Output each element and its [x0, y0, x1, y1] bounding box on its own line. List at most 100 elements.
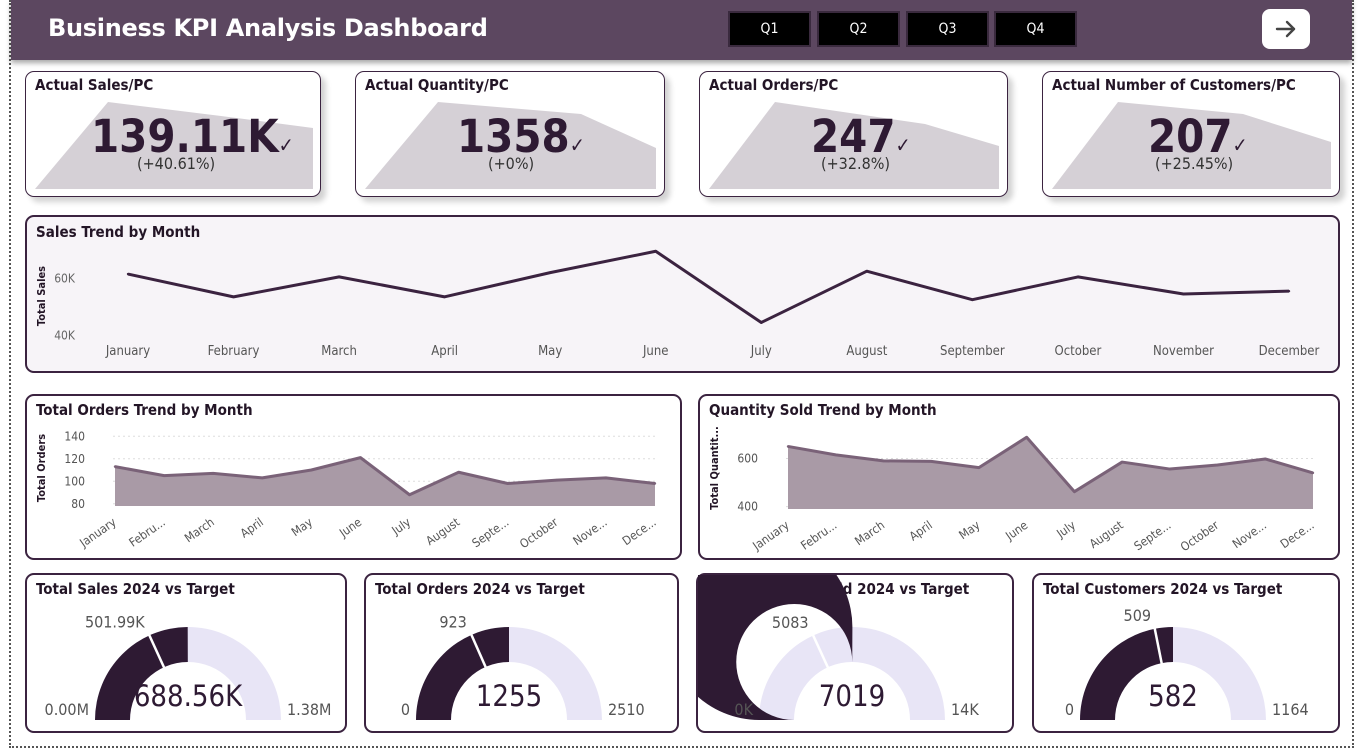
y-axis-label: Total Orders [35, 434, 48, 502]
data-point [1025, 436, 1028, 439]
kpi-value: 207✓ [1148, 114, 1248, 159]
quarter-button-q2[interactable]: Q2 [817, 11, 900, 47]
data-point [654, 250, 657, 253]
data-point [359, 456, 362, 459]
y-tick-label: 40K [54, 328, 76, 342]
orders-gauge-card: Total Orders 2024 vs Target 923 1255 0 2510 [364, 573, 679, 733]
y-tick-label: 120 [64, 452, 85, 466]
data-point [261, 476, 264, 480]
kpi-title: Actual Orders/PC [709, 76, 839, 94]
x-tick-label: October [1055, 344, 1102, 359]
data-point [162, 474, 166, 477]
y-axis-label: Total Quantit... [708, 426, 721, 510]
check-icon: ✓ [895, 133, 911, 157]
x-tick-label: August [1087, 518, 1126, 551]
data-point [971, 298, 974, 301]
series-area [788, 437, 1313, 509]
data-point [653, 482, 657, 485]
data-point [506, 482, 509, 485]
x-tick-label: June [336, 515, 364, 541]
x-tick-label: Nove... [1230, 518, 1269, 551]
data-point [232, 295, 235, 299]
gauge-min-label: 0.00M [45, 700, 89, 719]
x-tick-label: December [1259, 344, 1320, 359]
x-tick-label: April [907, 518, 935, 544]
kpi-card-orders[interactable]: Actual Orders/PC 247✓ (+32.8%) [699, 71, 1008, 197]
gauge-max-label: 1164 [1272, 700, 1309, 719]
x-tick-label: July [389, 515, 414, 539]
arrow-right-icon [1275, 20, 1296, 38]
data-point [1216, 463, 1219, 467]
x-tick-label: July [1053, 518, 1078, 542]
data-point [113, 465, 117, 468]
x-tick-label: April [431, 344, 458, 359]
x-tick-label: March [852, 518, 887, 548]
gauge-max-label: 2510 [608, 700, 645, 719]
orders-gauge: 923 1255 0 2510 [401, 612, 645, 720]
check-icon: ✓ [569, 133, 585, 157]
x-tick-label: May [956, 518, 983, 543]
data-point [834, 453, 837, 457]
sales-gauge: 501.99K 688.56K 0.00M 1.38M [45, 613, 331, 720]
gauge-value-label: 688.56K [134, 679, 243, 713]
data-point [760, 321, 763, 324]
x-tick-label: May [538, 344, 562, 359]
dashboard-header: Business KPI Analysis Dashboard [11, 0, 1352, 60]
x-tick-label: Dece... [1278, 518, 1317, 551]
data-point [977, 466, 981, 469]
y-tick-label: 60K [54, 271, 76, 285]
data-point [929, 460, 933, 463]
gauge-target-label: 501.99K [85, 613, 145, 632]
data-point [337, 275, 341, 279]
quantity-gauge: 5083 7019 0K 14K [698, 575, 979, 720]
data-point [1287, 289, 1291, 293]
x-tick-label: July [750, 344, 772, 359]
kpi-card-customers[interactable]: Actual Number of Customers/PC 207✓ (+25.… [1042, 71, 1340, 197]
series-line [127, 249, 1290, 324]
next-page-button[interactable] [1262, 9, 1310, 49]
x-tick-label: January [749, 518, 792, 554]
series-area [115, 457, 655, 506]
x-tick-label: May [289, 515, 316, 540]
data-point [786, 445, 790, 448]
kpi-title: Actual Sales/PC [35, 76, 154, 94]
gauge-value-label: 582 [1148, 679, 1198, 713]
orders-trend-chart: 80 100 120 140 January Febru... March April May J… [35, 429, 659, 552]
quarter-button-q4[interactable]: Q4 [994, 11, 1077, 47]
data-point [457, 471, 460, 474]
x-tick-label: Septe... [1132, 518, 1174, 553]
data-point [310, 468, 313, 472]
gauge-target-label: 509 [1124, 606, 1151, 625]
y-axis-label: Total Sales [35, 266, 48, 326]
data-point [1120, 460, 1124, 464]
x-tick-label: September [940, 344, 1005, 359]
x-tick-label: February [208, 344, 260, 359]
x-tick-label: March [321, 344, 357, 359]
x-tick-label: April [238, 515, 266, 541]
x-tick-label: Dece... [620, 515, 659, 548]
quarter-button-q3[interactable]: Q3 [906, 11, 989, 47]
x-tick-label: Febru... [127, 515, 168, 550]
quantity-trend-card: Quantity Sold Trend by Month 400 600 Janua… [698, 394, 1340, 560]
quantity-gauge-card: Total Quantity Sold 2024 vs Target 50837… [696, 573, 1014, 733]
kpi-delta: (+0%) [488, 154, 535, 173]
kpi-title: Actual Quantity/PC [365, 76, 509, 94]
quantity-trend-chart: 400 600 January Febru... March April May June Ju… [708, 426, 1317, 554]
kpi-card-sales[interactable]: Actual Sales/PC 139.11K✓ (+40.61%) [25, 71, 321, 197]
gauge-min-label: 0K [734, 700, 753, 719]
x-tick-label: January [76, 515, 119, 551]
data-point [126, 272, 130, 276]
data-point [1182, 292, 1185, 296]
customers-gauge-card: Total Customers 2024 vs Target 509 582 0 11… [1032, 573, 1340, 733]
gauge-max-label: 1.38M [287, 700, 331, 719]
quarter-button-q1[interactable]: Q1 [728, 11, 811, 47]
x-tick-label: October [517, 515, 561, 552]
data-point [408, 493, 411, 496]
gauge-target-label: 5083 [772, 613, 809, 632]
orders-trend-card: Total Orders Trend by Month 80 100 120 140 J… [25, 394, 682, 560]
kpi-value: 139.11K✓ [91, 114, 294, 159]
x-tick-label: March [182, 515, 217, 545]
kpi-card-quantity[interactable]: Actual Quantity/PC 1358✓ (+0%) [355, 71, 665, 197]
data-point [604, 476, 608, 480]
gauge-value-label: 1255 [476, 679, 542, 713]
